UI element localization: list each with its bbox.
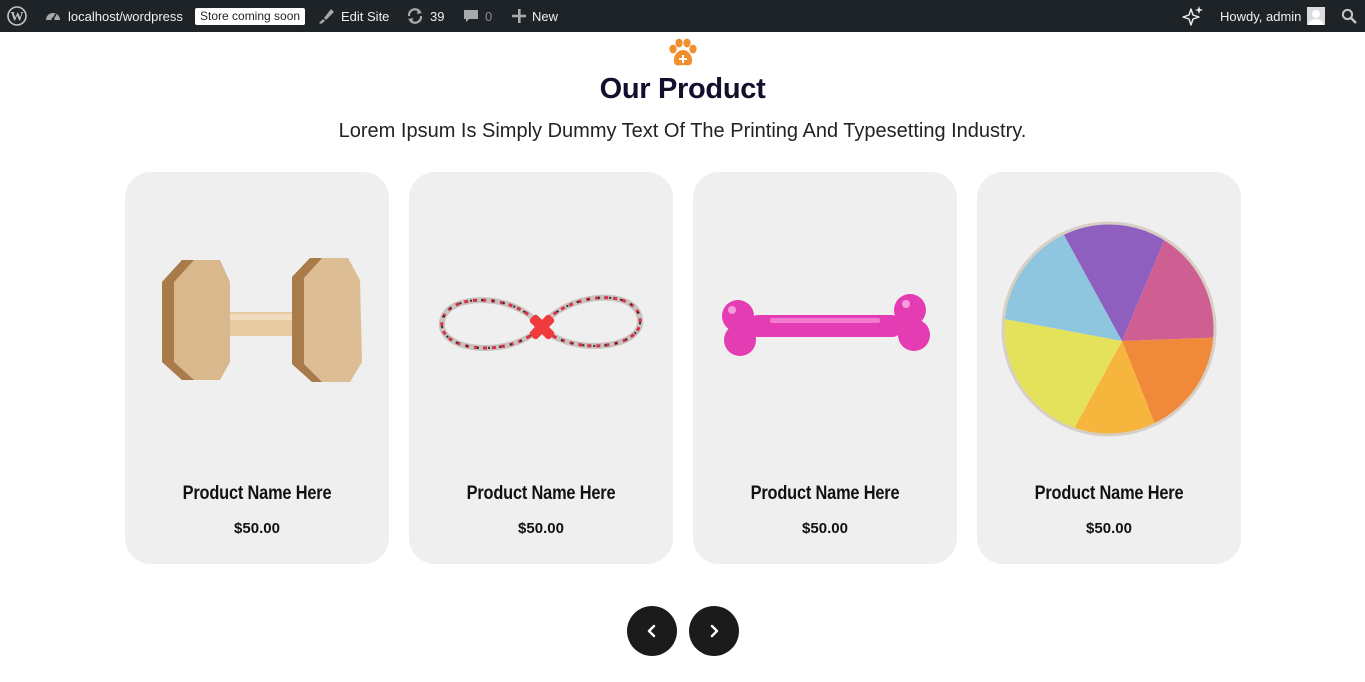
product-card[interactable]: Product Name Here $50.00 (977, 172, 1241, 564)
updates-count: 39 (430, 8, 445, 24)
pink-bone-image (722, 294, 930, 356)
product-name[interactable]: Product Name Here (427, 483, 654, 505)
avatar (1307, 7, 1326, 25)
comments-count: 0 (485, 8, 493, 24)
rope-toy-image (438, 294, 644, 351)
admin-bar: W localhost/wordpress Store coming soon … (0, 0, 1365, 32)
ai-assistant-button[interactable] (1181, 0, 1205, 32)
paw-icon (669, 38, 697, 66)
product-price: $50.00 (802, 520, 848, 537)
new-label: New (532, 8, 559, 24)
store-badge-label: Store coming soon (195, 7, 306, 25)
dashboard-icon (46, 13, 60, 21)
product-price: $50.00 (234, 520, 280, 537)
site-url-text: localhost/wordpress (68, 8, 183, 24)
search-button[interactable] (1341, 0, 1357, 32)
previous-button[interactable] (627, 606, 677, 656)
product-image[interactable] (125, 192, 389, 462)
svg-text:W: W (11, 9, 24, 24)
wordpress-logo-button[interactable]: W (7, 0, 27, 32)
product-name[interactable]: Product Name Here (711, 483, 938, 505)
updates-icon (407, 8, 423, 24)
plush-ball-image (1001, 221, 1217, 437)
comment-icon (464, 10, 478, 22)
comments-link[interactable]: 0 (463, 0, 492, 32)
site-name-link[interactable]: localhost/wordpress (44, 0, 183, 32)
my-account-link[interactable]: Howdy, admin (1220, 0, 1326, 32)
brush-icon (319, 9, 334, 24)
next-button[interactable] (689, 606, 739, 656)
product-card[interactable]: Product Name Here $50.00 (409, 172, 673, 564)
product-image[interactable] (693, 192, 957, 462)
product-image[interactable] (977, 192, 1241, 462)
chevron-right-icon (710, 624, 719, 638)
product-price: $50.00 (1086, 520, 1132, 537)
new-content-link[interactable]: New (512, 0, 558, 32)
product-price: $50.00 (518, 520, 564, 537)
product-card[interactable]: Product Name Here $50.00 (125, 172, 389, 564)
wooden-dumbbell-image (162, 258, 362, 382)
edit-site-link[interactable]: Edit Site (317, 0, 389, 32)
section-subtitle: Lorem Ipsum Is Simply Dummy Text Of The … (338, 120, 1027, 142)
search-icon (1341, 8, 1357, 24)
updates-link[interactable]: 39 (406, 0, 444, 32)
chevron-left-icon (647, 624, 656, 638)
wordpress-icon: W (7, 6, 27, 26)
greeting-text: Howdy, admin (1220, 8, 1302, 24)
section-title: Our Product (599, 73, 766, 105)
sparkles-icon (1182, 6, 1203, 26)
store-coming-soon-badge[interactable]: Store coming soon (195, 0, 306, 32)
edit-site-label: Edit Site (341, 8, 390, 24)
product-image[interactable] (409, 192, 673, 462)
product-name[interactable]: Product Name Here (995, 483, 1222, 505)
product-card[interactable]: Product Name Here $50.00 (693, 172, 957, 564)
plus-icon (512, 9, 526, 23)
product-name[interactable]: Product Name Here (143, 483, 370, 505)
